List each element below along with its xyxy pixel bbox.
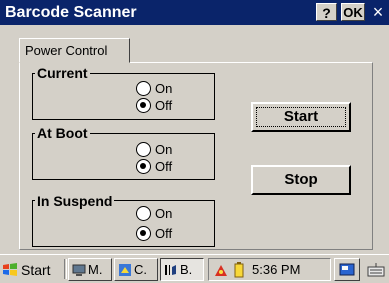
monitor-app-icon [72,264,86,276]
radio-label: On [155,142,173,157]
in-suspend-off-radio[interactable]: Off [136,226,172,241]
show-desktop-button[interactable] [334,258,360,281]
radio-label: On [155,81,173,96]
title-bar: Barcode Scanner ? OK × [0,0,389,25]
radio-circle [136,98,151,113]
windows-flag-icon [3,262,17,276]
radio-label: Off [155,226,173,241]
current-group-label: Current [35,65,90,81]
close-button[interactable]: × [369,1,387,23]
radio-circle [136,226,151,241]
clock[interactable]: 5:36 PM [252,262,300,277]
start-label: Start [21,261,51,278]
taskbar-task-b[interactable]: B. [160,258,204,281]
current-on-radio[interactable]: On [136,81,172,96]
input-panel-button[interactable] [364,258,388,281]
in-suspend-group-label: In Suspend [35,193,115,209]
window-title: Barcode Scanner [5,4,137,21]
stop-button[interactable]: Stop [251,165,351,195]
network-icon[interactable] [213,262,229,278]
tab-label: Power Control [25,43,108,58]
radio-circle [136,159,151,174]
tab-power-control[interactable]: Power Control [19,38,130,63]
keyboard-icon [367,262,385,276]
taskbar-separator [64,259,67,279]
radio-circle [136,206,151,221]
system-tray: 5:36 PM [208,258,331,281]
taskbar-task-c[interactable]: C. [114,258,158,281]
help-button[interactable]: ? [316,3,337,21]
at-boot-off-radio[interactable]: Off [136,159,172,174]
battery-power-icon[interactable] [232,261,246,278]
taskbar: Start M. C. B. 5:36 PM [0,254,389,283]
start-button[interactable]: Start [251,102,351,132]
radio-label: Off [155,159,173,174]
radio-label: On [155,206,173,221]
control-panel-icon [119,263,131,276]
in-suspend-on-radio[interactable]: On [136,206,172,221]
at-boot-on-radio[interactable]: On [136,142,172,157]
task-label: C. [134,262,147,277]
start-menu-button[interactable]: Start [2,258,62,281]
barcode-scanner-app-icon [165,264,176,275]
taskbar-task-m[interactable]: M. [68,258,112,281]
task-label: B. [180,262,193,277]
radio-circle [136,142,151,157]
ok-button[interactable]: OK [341,3,365,21]
at-boot-group-label: At Boot [35,125,90,141]
task-label: M. [88,262,103,277]
radio-circle [136,81,151,96]
current-off-radio[interactable]: Off [136,98,172,113]
desktop-icon [339,263,355,275]
radio-label: Off [155,98,173,113]
